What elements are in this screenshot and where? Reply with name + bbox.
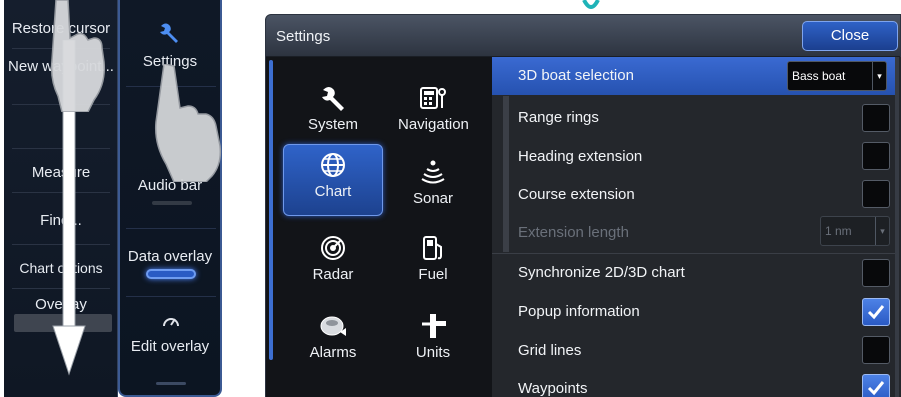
category-label: Sonar: [412, 190, 454, 207]
dialog-header: Settings Close: [266, 15, 900, 57]
category-scrollbar[interactable]: [269, 60, 273, 360]
category-navigation[interactable]: Navigation: [398, 78, 469, 150]
menu-item-data-overlay[interactable]: Data overlay: [120, 248, 220, 265]
option-heading-extension[interactable]: Heading extension: [492, 138, 895, 176]
option-synchronize-2d-3d-chart[interactable]: Synchronize 2D/3D chart: [492, 254, 895, 292]
sonar-icon: [421, 160, 445, 184]
dropdown-value: 1 nm: [825, 224, 852, 238]
grid-lines-checkbox[interactable]: [862, 336, 890, 364]
options-scrollbar[interactable]: [895, 57, 899, 397]
dialog-title: Settings: [276, 28, 331, 45]
menu-handle: [156, 382, 186, 385]
popup-information-checkbox[interactable]: [862, 298, 890, 326]
category-units[interactable]: Units: [398, 306, 468, 378]
option-label: Waypoints: [518, 380, 588, 397]
category-alarms[interactable]: Alarms: [298, 306, 368, 378]
data-overlay-toggle[interactable]: [146, 269, 196, 279]
wrench-icon: [160, 23, 178, 43]
option-label: 3D boat selection: [518, 67, 634, 84]
chevron-down-icon: ▾: [875, 217, 889, 245]
option-range-rings[interactable]: Range rings: [492, 99, 895, 137]
menu-divider: [126, 296, 216, 297]
category-chart[interactable]: Chart: [283, 144, 383, 216]
menu-divider: [126, 228, 216, 229]
gauge-icon: [163, 318, 179, 327]
range-rings-checkbox[interactable]: [862, 104, 890, 132]
category-fuel[interactable]: Fuel: [398, 228, 468, 300]
option-grid-lines[interactable]: Grid lines: [492, 332, 895, 370]
close-button[interactable]: Close: [802, 21, 898, 51]
waypoints-checkbox[interactable]: [862, 374, 890, 397]
hint-mark-icon: [582, 0, 600, 9]
category-label: Alarms: [309, 344, 357, 361]
radar-icon: [321, 236, 345, 260]
category-sonar[interactable]: Sonar: [398, 152, 468, 224]
alarm-icon: [320, 316, 346, 336]
option-label: Range rings: [518, 109, 599, 126]
option-label: Synchronize 2D/3D chart: [518, 264, 685, 281]
fuel-pump-icon: [423, 236, 442, 260]
category-label: Chart: [314, 183, 352, 200]
category-label: System: [307, 116, 358, 133]
category-label: Units: [415, 344, 451, 361]
touch-hand-icon: [50, 0, 106, 112]
synchronize-chart-checkbox[interactable]: [862, 259, 890, 287]
dropdown-value: Bass boat: [792, 69, 846, 83]
chevron-down-icon: ▾: [872, 62, 886, 90]
option-popup-information[interactable]: Popup information: [492, 293, 895, 331]
globe-icon: [321, 153, 345, 177]
audio-bar-toggle[interactable]: [152, 201, 192, 205]
extension-length-dropdown: 1 nm ▾: [820, 216, 890, 246]
course-extension-checkbox[interactable]: [862, 180, 890, 208]
tools-menu: Settings Audio bar Data overlay Edit ove…: [118, 0, 222, 397]
ruler-icon: [422, 314, 446, 338]
heading-extension-checkbox[interactable]: [862, 142, 890, 170]
category-label: Fuel: [418, 266, 448, 283]
checkmark-icon: [867, 305, 885, 320]
menu-item-edit-overlay[interactable]: Edit overlay: [120, 338, 220, 355]
option-course-extension[interactable]: Course extension: [492, 176, 895, 214]
navigation-icon: [420, 87, 446, 109]
option-label: Extension length: [518, 224, 629, 241]
wrench-icon: [322, 87, 344, 111]
option-waypoints[interactable]: Waypoints: [492, 370, 895, 397]
touch-hand-icon: [154, 64, 222, 182]
category-label: Navigation: [398, 116, 469, 133]
option-label: Grid lines: [518, 342, 582, 359]
checkmark-icon: [867, 381, 885, 396]
option-label: Popup information: [518, 303, 640, 320]
category-radar[interactable]: Radar: [298, 228, 368, 300]
category-system[interactable]: System: [298, 78, 368, 150]
option-label: Course extension: [518, 186, 635, 203]
option-label: Heading extension: [518, 148, 643, 165]
category-label: Radar: [312, 266, 354, 283]
boat-selection-dropdown[interactable]: Bass boat ▾: [787, 61, 887, 91]
